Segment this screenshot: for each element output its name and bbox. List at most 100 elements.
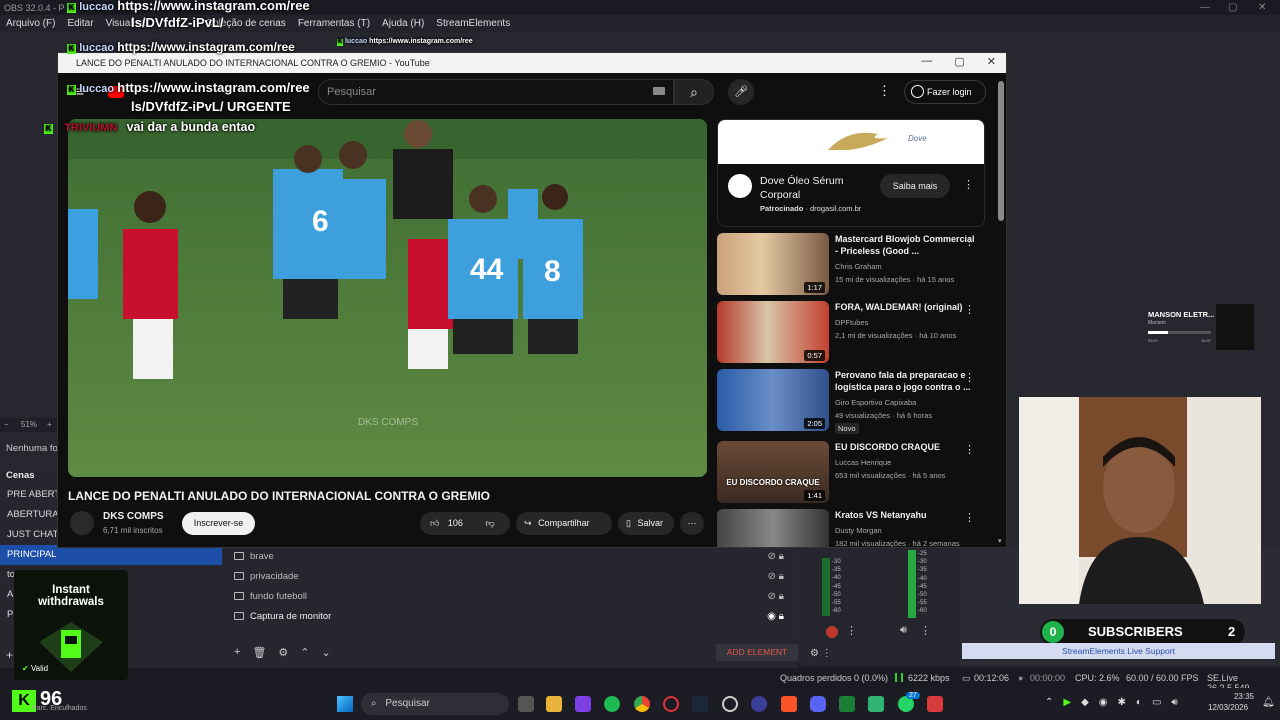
yt-search-input[interactable]: Pesquisar xyxy=(318,79,674,105)
app-icon[interactable] xyxy=(751,696,767,712)
notes-icon[interactable] xyxy=(868,696,884,712)
channel-name[interactable]: DKS COMPS xyxy=(103,511,164,522)
clock[interactable]: 23:35 xyxy=(1226,692,1254,701)
minimize-icon[interactable]: — xyxy=(1200,2,1210,13)
task-view-icon[interactable] xyxy=(518,696,534,712)
bluetooth-icon[interactable]: ✱ xyxy=(1118,697,1126,708)
steam-icon[interactable] xyxy=(692,696,708,712)
file-explorer-icon[interactable] xyxy=(546,696,562,712)
play-icon[interactable]: ▶ xyxy=(1063,697,1071,708)
microphone-icon[interactable]: 🎤︎ xyxy=(728,79,754,105)
ad-banner[interactable]: Dove xyxy=(718,120,984,164)
dislike-icon[interactable]: 👎︎ xyxy=(485,518,494,528)
subscribe-button[interactable]: Inscrever-se xyxy=(182,512,255,535)
more-options-icon[interactable]: ⋮ xyxy=(964,371,975,384)
maximize-icon[interactable]: ▢ xyxy=(1228,2,1237,13)
rec-meta: 49 visualizações · há 6 horas xyxy=(835,411,933,420)
discord-icon[interactable] xyxy=(810,696,826,712)
move-down-icon[interactable]: ⌄ xyxy=(322,646,331,659)
app-icon[interactable] xyxy=(927,696,943,712)
recommended-video[interactable]: 2:05 Perovano fala da preparacao e logís… xyxy=(717,369,997,434)
recommended-video[interactable]: 0:57 FORA, WALDEMAR! (original) DPFtubes… xyxy=(717,301,997,365)
gear-icon[interactable]: ⚙︎ xyxy=(278,646,288,659)
rec-title: Mastercard Blowjob Commercial - Priceles… xyxy=(835,234,975,256)
more-options-icon[interactable]: ⋮ xyxy=(964,511,975,524)
menu-editar[interactable]: Editar xyxy=(67,18,93,30)
more-options-icon[interactable]: ⋮ xyxy=(964,443,975,456)
zoom-in-button[interactable]: + xyxy=(47,420,52,429)
menu-ajuda[interactable]: Ajuda (H) xyxy=(382,18,424,30)
more-options-icon[interactable]: ⋮ xyxy=(963,178,974,191)
mute-icon[interactable] xyxy=(826,626,838,638)
like-icon[interactable]: 👍︎ xyxy=(430,518,439,528)
maximize-icon[interactable]: ▢ xyxy=(954,55,964,68)
menu-arquivo[interactable]: Arquivo (F) xyxy=(6,18,55,30)
zoom-out-button[interactable]: − xyxy=(4,420,9,429)
more-actions-icon[interactable]: ⋯ xyxy=(680,512,704,535)
source-row[interactable]: fundo futeboll ⊘ 🔒︎ xyxy=(228,586,798,606)
add-element-button[interactable]: ADD ELEMENT xyxy=(716,644,798,661)
more-options-icon[interactable]: ⋮ xyxy=(878,83,891,99)
add-scene-button[interactable]: + xyxy=(6,648,13,662)
video-player[interactable]: 6 44 8 DKS COMPS xyxy=(68,119,707,477)
hidden-eye-icon[interactable]: ⊘ 🔒︎ xyxy=(768,591,784,602)
close-icon[interactable]: ✕ xyxy=(1258,2,1266,13)
channel-avatar[interactable] xyxy=(70,511,94,535)
hidden-eye-icon[interactable]: ⊘ 🔒︎ xyxy=(768,551,784,562)
app-icon[interactable] xyxy=(575,696,591,712)
scroll-down-icon[interactable]: ▾ xyxy=(998,537,1002,545)
chevron-up-icon[interactable]: ⌃ xyxy=(1045,697,1053,708)
windows-start-icon[interactable] xyxy=(337,696,353,712)
tray-icon[interactable]: ◉ xyxy=(1099,697,1108,708)
add-source-button[interactable]: + xyxy=(234,646,240,659)
app-icon[interactable] xyxy=(839,696,855,712)
more-options-icon[interactable]: ⋮ xyxy=(920,624,931,637)
share-button[interactable]: ↪ Compartilhar xyxy=(516,512,612,535)
se-support-link[interactable]: StreamElements Live Support xyxy=(962,643,1275,659)
recommended-video[interactable]: 1:17 Mastercard Blowjob Commercial - Pri… xyxy=(717,233,997,297)
spotify-icon[interactable] xyxy=(604,696,620,712)
mixer-settings-icon[interactable]: ⚙︎ ⋮ xyxy=(810,648,832,659)
login-button[interactable]: Fazer login xyxy=(904,80,986,104)
taskbar-search[interactable]: ⌕ Pesquisar xyxy=(361,693,509,715)
more-options-icon[interactable]: ⋮ xyxy=(964,303,975,316)
chat-text: https://www.instagram.com/ree xyxy=(369,38,473,45)
close-icon[interactable]: ✕ xyxy=(987,55,996,68)
visible-eye-icon[interactable]: ◉ 🔒︎ xyxy=(767,611,784,622)
source-row[interactable]: Captura de monitor ◉ 🔒︎ xyxy=(228,606,798,626)
recommended-video[interactable]: Kratos VS Netanyahu Dusty Morgan 182 mil… xyxy=(717,509,997,547)
scrollbar-thumb[interactable] xyxy=(998,81,1004,221)
live-time: 00:12:06 xyxy=(974,673,1010,683)
keyboard-icon[interactable] xyxy=(653,87,665,95)
search-icon[interactable]: ⌕ xyxy=(674,79,714,105)
menu-ferramentas[interactable]: Ferramentas (T) xyxy=(298,18,370,30)
kick-badge-icon: K xyxy=(44,124,53,134)
chrome-icon[interactable] xyxy=(634,696,650,712)
speaker-icon[interactable]: 🔊︎ xyxy=(900,624,907,637)
trash-icon[interactable]: 🗑︎ xyxy=(252,646,266,659)
scene-item-selected[interactable]: PRINCIPAL xyxy=(0,545,222,565)
opera-icon[interactable] xyxy=(663,696,679,712)
save-button[interactable]: ▯ Salvar xyxy=(618,512,674,535)
move-up-icon[interactable]: ⌃ xyxy=(300,646,309,659)
network-icon[interactable]: ▭ xyxy=(1152,697,1161,708)
minimize-icon[interactable]: — xyxy=(921,55,932,68)
tray-icon[interactable]: ◐ xyxy=(1136,697,1142,708)
sponsored-ad[interactable]: Dove Dove Óleo Sérum Corporal Patrocinad… xyxy=(717,119,985,227)
more-options-icon[interactable]: ⋮ xyxy=(964,235,975,248)
obs-icon[interactable] xyxy=(722,696,738,712)
chat-text: vai dar a bunda entao xyxy=(126,120,256,134)
hidden-eye-icon[interactable]: ⊘ 🔒︎ xyxy=(768,571,784,582)
source-row[interactable]: brave ⊘ 🔒︎ xyxy=(228,546,798,566)
video-duration: 0:57 xyxy=(804,350,825,361)
volume-icon[interactable]: 🔊︎ xyxy=(1171,697,1177,708)
recommended-video[interactable]: EU DISCORDO CRAQUE 1:41 EU DISCORDO CRAQ… xyxy=(717,441,997,505)
source-row[interactable]: privacidade ⊘ 🔒︎ xyxy=(228,566,798,586)
menu-streamelements[interactable]: StreamElements xyxy=(436,18,510,30)
more-options-icon[interactable]: ⋮ xyxy=(846,624,857,637)
brave-icon[interactable] xyxy=(781,696,797,712)
notifications-icon[interactable]: 🔔︎ xyxy=(1262,697,1275,708)
source-label: brave xyxy=(250,550,274,562)
learn-more-button[interactable]: Saiba mais xyxy=(880,174,950,198)
tray-icon[interactable]: ◆ xyxy=(1081,697,1089,708)
